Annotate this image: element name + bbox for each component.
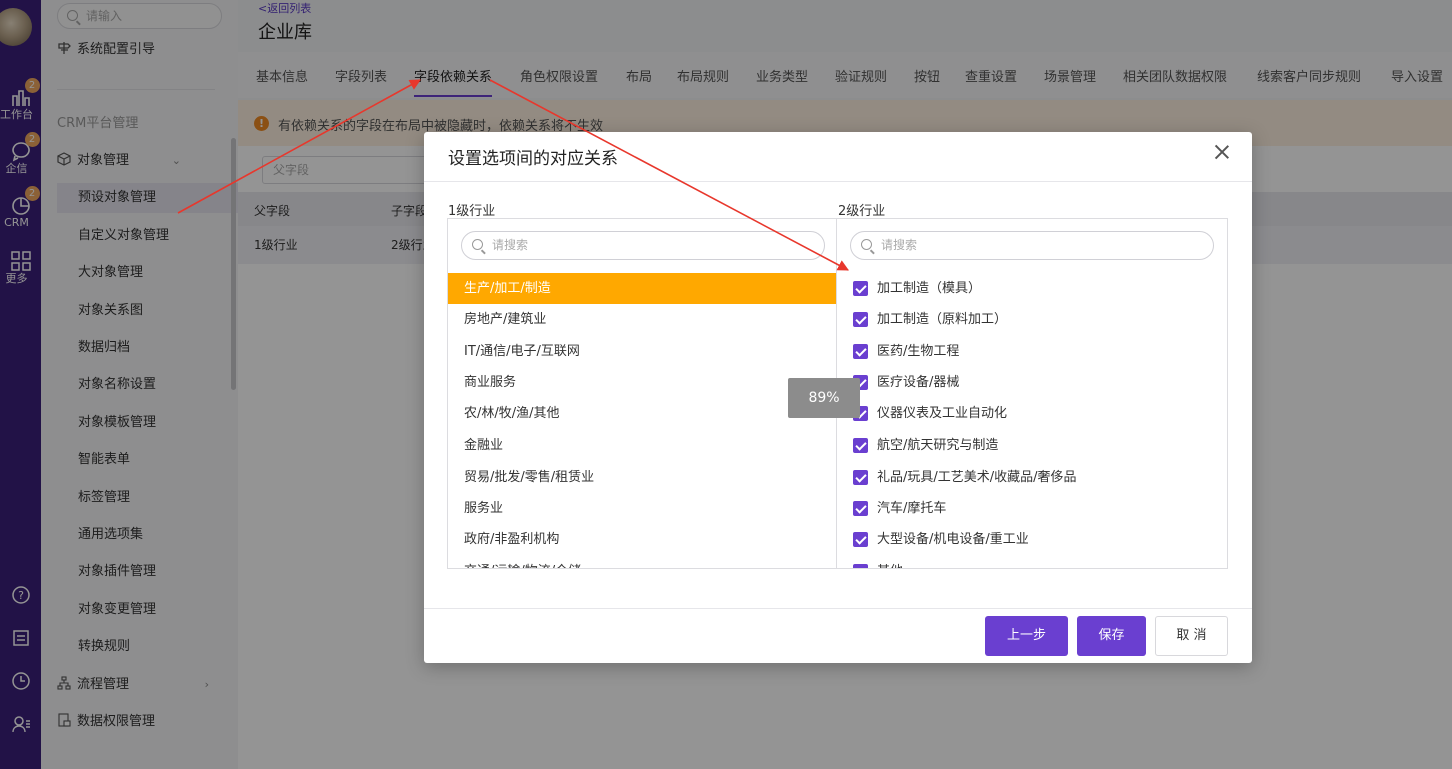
list-item[interactable]: 加工制造（模具）: [837, 273, 1226, 304]
list-item[interactable]: 房地产/建筑业: [448, 304, 836, 335]
right-column-label: 2级行业: [838, 204, 886, 219]
dialog-divider: [424, 181, 1252, 182]
list-item[interactable]: 服务业: [448, 493, 836, 524]
option-label: 仪器仪表及工业自动化: [877, 406, 1008, 421]
list-item[interactable]: 仪器仪表及工业自动化: [837, 398, 1226, 429]
option-label: 医疗设备/器械: [877, 375, 960, 390]
checkbox-checked[interactable]: [853, 281, 868, 296]
list-item[interactable]: 交通/运输/物流/仓储: [448, 556, 836, 568]
dialog-title: 设置选项间的对应关系: [448, 149, 618, 169]
list-item[interactable]: 生产/加工/制造: [448, 273, 836, 304]
option-label: 其他: [877, 564, 903, 568]
checkbox-checked[interactable]: [853, 344, 868, 359]
list-item[interactable]: 汽车/摩托车: [837, 493, 1226, 524]
option-label: 加工制造（模具）: [877, 281, 982, 296]
list-item[interactable]: 航空/航天研究与制造: [837, 430, 1226, 461]
list-item[interactable]: IT/通信/电子/互联网: [448, 336, 836, 367]
progress-toast: 89%: [788, 378, 860, 418]
list-item[interactable]: 加工制造（原料加工）: [837, 304, 1226, 335]
option-label: 医药/生物工程: [877, 344, 960, 359]
save-button[interactable]: 保存: [1077, 616, 1146, 656]
list-item[interactable]: 其他: [837, 556, 1226, 568]
search-placeholder: 请搜索: [492, 238, 529, 252]
list-item[interactable]: 大型设备/机电设备/重工业: [837, 524, 1226, 555]
previous-step-button[interactable]: 上一步: [985, 616, 1068, 656]
option-label: 航空/航天研究与制造: [877, 438, 999, 453]
search-icon: [472, 239, 483, 250]
checkbox-checked[interactable]: [853, 532, 868, 547]
option-label: 大型设备/机电设备/重工业: [877, 532, 1029, 547]
checkbox-checked[interactable]: [853, 501, 868, 516]
cancel-button[interactable]: 取 消: [1155, 616, 1228, 656]
search-icon: [861, 239, 872, 250]
child-options-panel: 请搜索 加工制造（模具） 加工制造（原料加工） 医药/生物工程 医疗设备/器械 …: [837, 218, 1228, 569]
checkbox-checked[interactable]: [853, 564, 868, 568]
search-placeholder: 请搜索: [881, 238, 918, 252]
list-item[interactable]: 农/林/牧/渔/其他: [448, 398, 836, 429]
parent-search-input[interactable]: 请搜索: [461, 231, 825, 260]
left-column-label: 1级行业: [448, 204, 496, 219]
list-item[interactable]: 医疗设备/器械: [837, 367, 1226, 398]
option-label: 加工制造（原料加工）: [877, 312, 1008, 327]
option-label: 汽车/摩托车: [877, 501, 947, 516]
child-search-input[interactable]: 请搜索: [850, 231, 1214, 260]
list-item[interactable]: 礼品/玩具/工艺美术/收藏品/奢侈品: [837, 462, 1226, 493]
list-item[interactable]: 金融业: [448, 430, 836, 461]
checkbox-checked[interactable]: [853, 438, 868, 453]
dialog-footer-divider: [424, 608, 1252, 609]
option-label: 礼品/玩具/工艺美术/收藏品/奢侈品: [877, 470, 1077, 485]
close-icon[interactable]: [1212, 142, 1232, 162]
checkbox-checked[interactable]: [853, 470, 868, 485]
list-item[interactable]: 政府/非盈利机构: [448, 524, 836, 555]
list-item[interactable]: 商业服务: [448, 367, 836, 398]
parent-options-panel: 请搜索 生产/加工/制造 房地产/建筑业 IT/通信/电子/互联网 商业服务 农…: [447, 218, 837, 569]
checkbox-checked[interactable]: [853, 312, 868, 327]
list-item[interactable]: 医药/生物工程: [837, 336, 1226, 367]
list-item[interactable]: 贸易/批发/零售/租赁业: [448, 462, 836, 493]
